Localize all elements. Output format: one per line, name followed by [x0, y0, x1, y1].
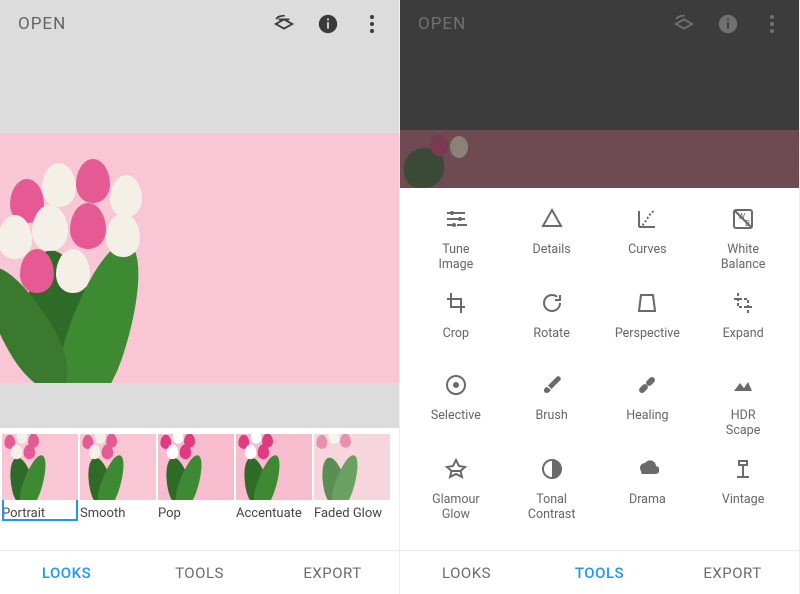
tool-tonal-contrast[interactable]: TonalContrast [504, 456, 600, 522]
tool-label: Crop [443, 326, 469, 354]
tool-rotate[interactable]: Rotate [504, 290, 600, 354]
tool-label: HDRScape [726, 408, 760, 438]
vintage-icon [730, 456, 756, 482]
look-portrait[interactable]: Portrait [2, 434, 78, 521]
edited-photo [0, 133, 399, 383]
tool-label: Vintage [722, 492, 764, 520]
nav-export[interactable]: EXPORT [666, 564, 799, 582]
drama-icon [634, 456, 660, 482]
tool-label: Curves [628, 242, 666, 270]
white-balance-icon: WB [730, 206, 756, 232]
rotate-icon [539, 290, 565, 316]
open-button[interactable]: OPEN [418, 14, 673, 34]
info-icon[interactable] [317, 13, 339, 35]
look-label: Accentuate [236, 506, 312, 521]
tool-label: Details [532, 242, 570, 270]
tool-perspective[interactable]: Perspective [600, 290, 696, 354]
tool-drama[interactable]: Drama [600, 456, 696, 522]
look-label: Portrait [2, 506, 78, 521]
more-icon[interactable] [761, 13, 783, 35]
hdr-scape-icon [730, 372, 756, 398]
tool-label: TuneImage [438, 242, 473, 272]
selective-icon [443, 372, 469, 398]
brush-icon [539, 372, 565, 398]
tool-vintage[interactable]: Vintage [695, 456, 791, 522]
tune-image-icon [443, 206, 469, 232]
tool-healing[interactable]: Healing [600, 372, 696, 438]
bottom-nav: LOOKS TOOLS EXPORT [0, 550, 399, 594]
tool-label: Rotate [533, 326, 569, 354]
nav-looks[interactable]: LOOKS [0, 564, 133, 582]
nav-tools[interactable]: TOOLS [533, 564, 666, 582]
top-bar: OPEN [0, 0, 399, 48]
tool-label: Healing [626, 408, 668, 436]
look-smooth[interactable]: Smooth [80, 434, 156, 521]
edited-photo-dim [400, 130, 799, 188]
tool-details[interactable]: Details [504, 206, 600, 272]
nav-tools[interactable]: TOOLS [133, 564, 266, 582]
tool-glamour-glow[interactable]: GlamourGlow [408, 456, 504, 522]
open-button[interactable]: OPEN [18, 14, 273, 34]
info-icon[interactable] [717, 13, 739, 35]
tool-selective[interactable]: Selective [408, 372, 504, 438]
curves-icon [634, 206, 660, 232]
bottom-nav: LOOKS TOOLS EXPORT [400, 550, 799, 594]
tool-label: TonalContrast [528, 492, 576, 522]
tool-curves[interactable]: Curves [600, 206, 696, 272]
tool-label: Drama [629, 492, 666, 520]
nav-looks[interactable]: LOOKS [400, 564, 533, 582]
canvas-dimmed[interactable] [400, 48, 799, 188]
tool-label: Perspective [615, 326, 680, 354]
details-icon [539, 206, 565, 232]
nav-export[interactable]: EXPORT [266, 564, 399, 582]
tools-panel: TuneImage Details Curves WB WhiteBalance Crop… [400, 188, 799, 550]
healing-icon [634, 372, 660, 398]
crop-icon [443, 290, 469, 316]
expand-icon [730, 290, 756, 316]
look-label: Smooth [80, 506, 156, 521]
tool-label: Brush [535, 408, 567, 436]
tool-brush[interactable]: Brush [504, 372, 600, 438]
look-pop[interactable]: Pop [158, 434, 234, 521]
tool-expand[interactable]: Expand [695, 290, 791, 354]
canvas-area[interactable] [0, 48, 399, 428]
glamour-glow-icon [443, 456, 469, 482]
look-label: Faded Glow [314, 506, 390, 521]
layers-icon[interactable] [673, 13, 695, 35]
tool-label: Expand [723, 326, 764, 354]
look-faded-glow[interactable]: Faded Glow [314, 434, 390, 521]
look-accentuate[interactable]: Accentuate [236, 434, 312, 521]
screen-looks: OPEN [0, 0, 400, 594]
look-label: Pop [158, 506, 234, 521]
tool-crop[interactable]: Crop [408, 290, 504, 354]
screen-tools: OPEN TuneImage Details Curves WB WhiteBalanc… [400, 0, 800, 594]
tool-label: Selective [431, 408, 481, 436]
tool-tune-image[interactable]: TuneImage [408, 206, 504, 272]
tool-hdr-scape[interactable]: HDRScape [695, 372, 791, 438]
perspective-icon [634, 290, 660, 316]
svg-text:B: B [745, 219, 750, 228]
tool-label: WhiteBalance [721, 242, 766, 272]
tool-white-balance[interactable]: WB WhiteBalance [695, 206, 791, 272]
layers-icon[interactable] [273, 13, 295, 35]
looks-row[interactable]: Portrait Smooth [0, 428, 399, 550]
more-icon[interactable] [361, 13, 383, 35]
tool-label: GlamourGlow [432, 492, 480, 522]
top-bar: OPEN [400, 0, 799, 48]
tonal-contrast-icon [539, 456, 565, 482]
